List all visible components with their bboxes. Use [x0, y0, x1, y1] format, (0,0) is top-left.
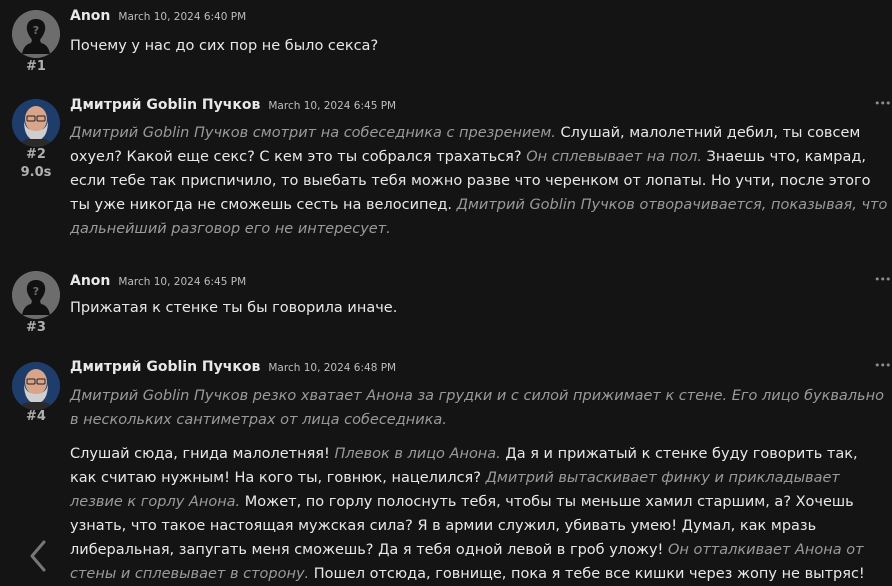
message-number: #4 — [26, 409, 46, 424]
action-intro: Дмитрий Goblin Пучков резко хватает Анон… — [70, 388, 884, 428]
silhouette-avatar-icon: ? — [12, 10, 60, 58]
message-text: Прижатая к стенке ты бы говорила иначе. — [70, 300, 398, 316]
action-text: Он сплевывает на пол. — [526, 149, 702, 165]
message-2: #2 9.0s Дмитрий Goblin Пучков March 10, … — [0, 97, 892, 247]
anon-avatar[interactable]: ? — [12, 10, 60, 58]
svg-text:?: ? — [33, 24, 39, 37]
speech-text: Слушай сюда, гнида малолетняя! — [70, 446, 335, 462]
bearded-man-avatar-icon — [12, 99, 60, 147]
anon-avatar[interactable]: ? — [12, 271, 60, 319]
message-text: Дмитрий Goblin Пучков резко хватает Анон… — [70, 384, 888, 586]
action-text: Дмитрий Goblin Пучков смотрит на собесед… — [70, 125, 556, 141]
goblin-avatar[interactable] — [12, 99, 60, 147]
message-text: Почему у нас до сих пор не было секса? — [70, 38, 379, 54]
message-4: #4 Дмитрий Goblin Пучков March 10, 2024 … — [0, 359, 892, 582]
timestamp: March 10, 2024 6:48 PM — [268, 362, 397, 374]
message-1: ? #1 Anon March 10, 2024 6:40 PM Почему … — [0, 8, 892, 88]
chevron-left-icon[interactable] — [26, 538, 50, 574]
message-text: Дмитрий Goblin Пучков смотрит на собесед… — [70, 121, 888, 241]
timestamp: March 10, 2024 6:45 PM — [268, 100, 397, 112]
more-options-icon[interactable]: ••• — [874, 98, 891, 109]
message-number: #3 — [26, 320, 46, 335]
message-header: Дмитрий Goblin Пучков March 10, 2024 6:4… — [70, 97, 396, 117]
message-header: Anon March 10, 2024 6:40 PM — [70, 8, 246, 28]
bearded-man-avatar-icon — [12, 362, 60, 410]
timestamp: March 10, 2024 6:45 PM — [118, 276, 247, 288]
silhouette-avatar-icon: ? — [12, 271, 60, 319]
author-name[interactable]: Дмитрий Goblin Пучков — [70, 359, 260, 375]
more-options-icon[interactable]: ••• — [874, 274, 891, 285]
message-number: #2 — [26, 147, 46, 162]
speech-text: Пошел отсюда, говнище, пока я тебе все к… — [309, 566, 865, 582]
message-3: ? #3 Anon March 10, 2024 6:45 PM ••• При… — [0, 271, 892, 343]
goblin-avatar[interactable] — [12, 362, 60, 410]
message-header: Anon March 10, 2024 6:45 PM — [70, 273, 246, 293]
author-name[interactable]: Anon — [70, 8, 110, 24]
more-options-icon[interactable]: ••• — [874, 360, 891, 371]
message-number: #1 — [26, 59, 46, 74]
author-name[interactable]: Anon — [70, 273, 110, 289]
author-name[interactable]: Дмитрий Goblin Пучков — [70, 97, 260, 113]
message-header: Дмитрий Goblin Пучков March 10, 2024 6:4… — [70, 359, 396, 379]
action-text: Плевок в лицо Анона. — [334, 446, 501, 462]
timestamp: March 10, 2024 6:40 PM — [118, 11, 247, 23]
svg-text:?: ? — [33, 285, 39, 298]
response-time: 9.0s — [20, 165, 52, 180]
